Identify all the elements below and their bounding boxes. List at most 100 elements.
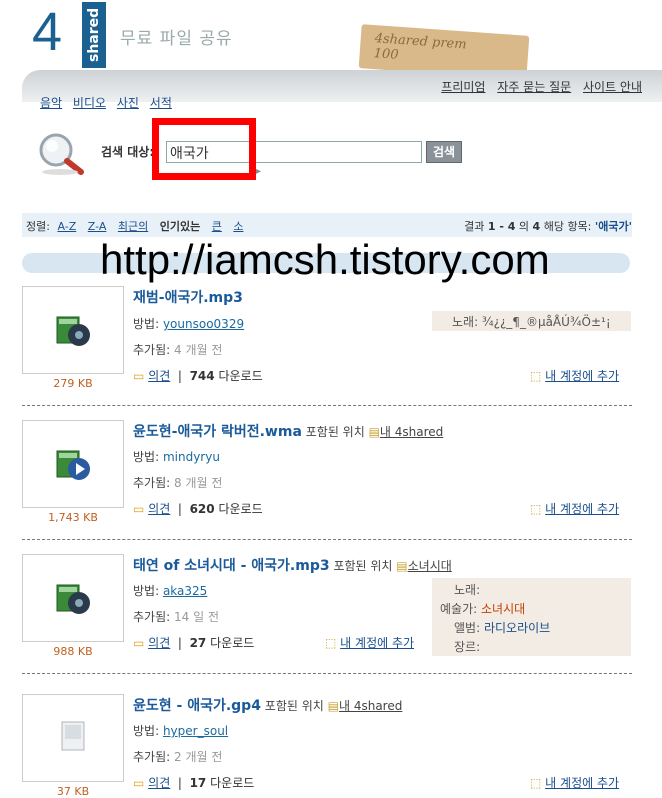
music-file-icon: [56, 316, 90, 346]
sort-label: 정렬:: [26, 220, 50, 233]
sort-large[interactable]: 큰: [212, 220, 222, 233]
contained-label: 포함된 위치: [264, 699, 324, 713]
sort-small[interactable]: 소: [233, 220, 243, 233]
file-size: 1,743 KB: [48, 511, 98, 524]
add-to-account-link[interactable]: 내 계정에 추가: [545, 369, 619, 383]
folder-icon: ▤: [327, 699, 339, 713]
downloads-label: 다운로드: [210, 636, 255, 650]
category-photo[interactable]: 사진: [117, 96, 139, 110]
logo-word[interactable]: shared: [82, 2, 106, 68]
downloads-label: 다운로드: [210, 776, 255, 790]
added-label: 추가됨:: [133, 610, 171, 624]
result-count: 4: [532, 220, 541, 233]
comment-icon[interactable]: ▭: [133, 369, 144, 383]
top-links: 프리미엄 자주 묻는 질문 사이트 안내: [433, 78, 642, 95]
generic-file-icon: [61, 721, 85, 751]
file-title-link[interactable]: 태연 of 소녀시대 - 애국가.mp3: [133, 558, 330, 574]
add-folder-icon[interactable]: ⬚: [530, 502, 541, 516]
result-info: 결과 1 - 4 의 4 해당 항목: '애국가': [464, 218, 632, 234]
method-label: 방법:: [133, 724, 160, 738]
genre-label: 장르:: [454, 640, 481, 654]
result-prefix: 결과: [464, 220, 485, 233]
comment-link[interactable]: 의견: [148, 636, 170, 650]
file-thumbnail[interactable]: [22, 554, 124, 642]
media-file-icon: [56, 450, 90, 480]
add-folder-icon[interactable]: ⬚: [530, 369, 541, 383]
added-label: 추가됨:: [133, 750, 171, 764]
file-title-link[interactable]: 윤도현 - 애국가.gp4: [133, 698, 261, 714]
sort-za[interactable]: Z-A: [88, 220, 107, 233]
file-title-link[interactable]: 재범-애국가.mp3: [133, 287, 243, 307]
premium-link[interactable]: 프리미엄: [441, 80, 485, 94]
comment-link[interactable]: 의견: [148, 369, 170, 383]
contained-label: 포함된 위치: [305, 425, 365, 439]
added-value: 4 개월 전: [174, 343, 223, 357]
comment-icon[interactable]: ▭: [133, 502, 144, 516]
file-thumbnail[interactable]: [22, 694, 124, 782]
sort-popular[interactable]: 인기있는: [160, 220, 200, 233]
user-link[interactable]: mindyryu: [163, 450, 220, 464]
watermark-url: http://iamcsh.tistory.com: [100, 236, 550, 283]
file-thumbnail[interactable]: [22, 286, 124, 374]
folder-link[interactable]: 내 4shared: [339, 699, 402, 713]
folder-icon: ▤: [368, 425, 380, 439]
music-file-icon: [56, 584, 90, 614]
file-size: 988 KB: [53, 645, 93, 658]
logo-number[interactable]: 4: [32, 2, 62, 62]
result-range: 1 - 4: [487, 220, 516, 233]
add-folder-icon[interactable]: ⬚: [325, 636, 336, 650]
faq-link[interactable]: 자주 묻는 질문: [497, 80, 571, 94]
artist-value[interactable]: 소녀시대: [481, 602, 525, 616]
site-guide-link[interactable]: 사이트 안내: [583, 80, 642, 94]
tagline: 무료 파일 공유: [120, 29, 233, 49]
sort-recent[interactable]: 최근의: [118, 220, 148, 233]
album-label: 앨범:: [454, 621, 481, 635]
comment-link[interactable]: 의견: [148, 502, 170, 516]
file-size: 279 KB: [53, 377, 93, 390]
add-to-account-link[interactable]: 내 계정에 추가: [340, 636, 414, 650]
dropdown-arrow-icon[interactable]: ▸: [256, 166, 261, 177]
album-value[interactable]: 라디오라이브: [484, 621, 550, 635]
file-thumbnail[interactable]: [22, 420, 124, 508]
download-count: 744: [189, 369, 215, 383]
divider: [22, 405, 632, 406]
downloads-label: 다운로드: [218, 369, 263, 383]
folder-icon: ▤: [396, 559, 408, 573]
stamp-text: 4shared prem 100: [373, 31, 468, 63]
download-count: 17: [189, 776, 207, 790]
download-count: 27: [189, 636, 207, 650]
highlight-box: [152, 118, 256, 180]
user-link[interactable]: younsoo0329: [163, 317, 244, 331]
added-label: 추가됨:: [133, 343, 171, 357]
contained-label: 포함된 위치: [333, 559, 393, 573]
method-label: 방법:: [133, 317, 160, 331]
comment-icon[interactable]: ▭: [133, 776, 144, 790]
add-folder-icon[interactable]: ⬚: [530, 776, 541, 790]
comment-link[interactable]: 의견: [148, 776, 170, 790]
folder-link[interactable]: 소녀시대: [408, 559, 452, 573]
comment-icon[interactable]: ▭: [133, 636, 144, 650]
added-label: 추가됨:: [133, 476, 171, 490]
added-value: 2 개월 전: [174, 750, 223, 764]
user-link[interactable]: aka325: [163, 584, 207, 598]
user-link[interactable]: hyper_soul: [163, 724, 228, 738]
file-title-link[interactable]: 윤도현-애국가 락버전.wma: [133, 424, 302, 440]
divider: [22, 539, 632, 540]
downloads-label: 다운로드: [218, 502, 263, 516]
download-count: 620: [189, 502, 215, 516]
category-books[interactable]: 서적: [150, 96, 172, 110]
song-info-box: 노래: ¾¿¿_¶_®µåÅÚ¾Ö±¹¡: [432, 311, 631, 331]
result-query: '애국가': [594, 220, 632, 233]
add-to-account-link[interactable]: 내 계정에 추가: [545, 502, 619, 516]
folder-link[interactable]: 내 4shared: [380, 425, 443, 439]
add-to-account-link[interactable]: 내 계정에 추가: [545, 776, 619, 790]
file-size: 37 KB: [56, 785, 90, 798]
sort-az[interactable]: A-Z: [57, 220, 76, 233]
category-video[interactable]: 비디오: [73, 96, 106, 110]
method-label: 방법:: [133, 584, 160, 598]
artist-label: 예술가:: [440, 602, 478, 616]
added-value: 14 일 전: [174, 610, 219, 624]
added-value: 8 개월 전: [174, 476, 223, 490]
search-button[interactable]: 검색: [426, 141, 462, 163]
category-music[interactable]: 음악: [40, 96, 62, 110]
